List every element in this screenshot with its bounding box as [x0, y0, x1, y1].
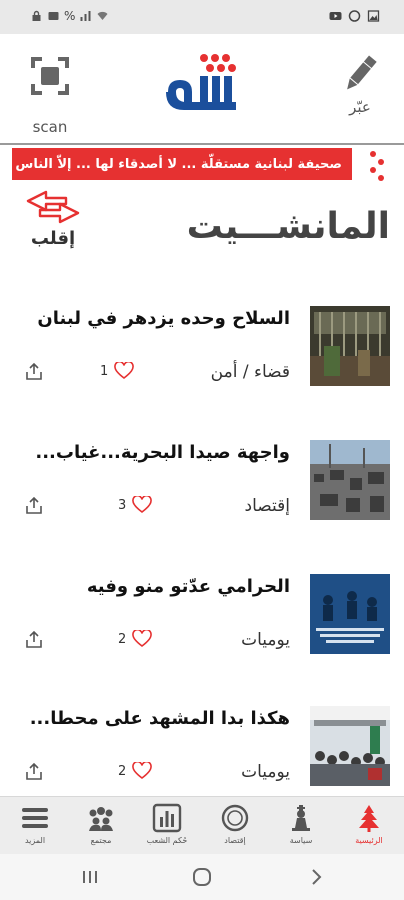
write-label: عبّر	[349, 98, 371, 116]
status-right	[329, 10, 380, 22]
article-category[interactable]: قضاء / أمن	[211, 362, 290, 382]
status-left: %	[30, 9, 109, 23]
lock-icon	[32, 10, 41, 21]
app-header: scan عبّر	[0, 34, 404, 142]
youtube-icon	[329, 12, 342, 20]
battery-icon	[48, 12, 59, 20]
back-icon[interactable]	[304, 866, 328, 888]
nav-label: سياسة	[289, 836, 313, 845]
article-title[interactable]: الحرامي عدّتو منو وفيه	[20, 576, 290, 597]
tagline-text: صحيفة لبنانية مستقلّة ... لا أصدقاء لها …	[15, 156, 342, 172]
scan-icon	[31, 57, 69, 95]
article-category[interactable]: إقتصاد	[245, 496, 290, 516]
share-icon[interactable]	[24, 762, 44, 782]
tagline-banner: صحيفة لبنانية مستقلّة ... لا أصدقاء لها …	[12, 148, 352, 180]
nav-society[interactable]: مجتمع	[74, 803, 128, 853]
dots-menu-icon[interactable]	[368, 150, 386, 182]
like-count: 3	[118, 497, 127, 513]
nav-people-rule[interactable]: حُكم الشعب	[140, 803, 194, 853]
article-item[interactable]: واجهة صيدا البحرية...غياب... إقتصاد 3	[0, 440, 404, 570]
nav-politics[interactable]: سياسة	[274, 803, 328, 853]
article-thumbnail[interactable]	[310, 306, 390, 386]
chess-piece-icon	[292, 805, 310, 831]
nav-home[interactable]: الرئيسية	[342, 803, 396, 853]
scan-label: scan	[32, 118, 68, 136]
article-thumbnail[interactable]	[310, 440, 390, 520]
logo-icon	[166, 54, 236, 110]
nav-label: مجتمع	[90, 836, 112, 845]
whatsapp-icon	[348, 10, 361, 22]
bottom-nav: المزيد مجتمع حُكم الشعب إقتصاد سياسة الر…	[0, 796, 404, 854]
flip-button[interactable]: إقلب	[24, 190, 84, 260]
menu-icon	[22, 808, 48, 828]
wifi-icon	[97, 11, 108, 20]
like-count: 2	[118, 631, 127, 647]
signal-icon	[80, 11, 91, 21]
image-icon	[367, 10, 380, 22]
section-title: المانشـــيت	[186, 206, 390, 247]
share-icon[interactable]	[24, 496, 44, 516]
heart-icon[interactable]	[114, 362, 135, 380]
article-category[interactable]: يوميات	[241, 762, 290, 782]
coin-icon	[221, 804, 249, 832]
nav-label: المزيد	[24, 836, 46, 845]
like-control[interactable]: 2	[118, 630, 153, 648]
recent-apps-icon[interactable]	[78, 866, 102, 888]
flip-label: إقلب	[30, 228, 76, 249]
article-title[interactable]: واجهة صيدا البحرية...غياب...	[20, 442, 290, 463]
cedar-icon	[359, 805, 379, 832]
system-nav-bar	[0, 854, 404, 900]
write-button[interactable]: عبّر	[338, 52, 382, 122]
article-item[interactable]: الحرامي عدّتو منو وفيه يوميات 2	[0, 574, 404, 704]
heart-icon[interactable]	[132, 762, 153, 780]
nav-economy[interactable]: إقتصاد	[208, 803, 262, 853]
home-icon[interactable]	[190, 866, 214, 888]
battery-percent: %	[64, 9, 76, 23]
swap-arrows-icon	[26, 190, 80, 224]
article-category[interactable]: يوميات	[241, 630, 290, 650]
nav-label: الرئيسية	[355, 836, 383, 845]
share-icon[interactable]	[24, 630, 44, 650]
like-control[interactable]: 2	[118, 762, 153, 780]
share-icon[interactable]	[24, 362, 44, 382]
people-icon	[89, 807, 113, 831]
article-title[interactable]: السلاح وحده يزدهر في لبنان	[20, 308, 290, 329]
like-count: 2	[118, 763, 127, 779]
app-logo[interactable]	[160, 48, 246, 122]
bar-chart-icon	[152, 803, 182, 833]
like-control[interactable]: 3	[118, 496, 153, 514]
status-bar: %	[0, 0, 404, 34]
article-item[interactable]: السلاح وحده يزدهر في لبنان قضاء / أمن 1	[0, 306, 404, 436]
like-count: 1	[100, 363, 109, 379]
pen-icon	[347, 55, 377, 90]
nav-more[interactable]: المزيد	[8, 803, 62, 853]
article-thumbnail[interactable]	[310, 574, 390, 654]
header-divider	[0, 143, 404, 145]
article-title[interactable]: هكذا بدا المشهد على محطا...	[20, 708, 290, 729]
article-thumbnail[interactable]	[310, 706, 390, 786]
nav-label: حُكم الشعب	[146, 836, 188, 845]
scan-button[interactable]: scan	[24, 52, 76, 136]
heart-icon[interactable]	[132, 496, 153, 514]
heart-icon[interactable]	[132, 630, 153, 648]
nav-label: إقتصاد	[224, 836, 246, 845]
like-control[interactable]: 1	[100, 362, 135, 380]
